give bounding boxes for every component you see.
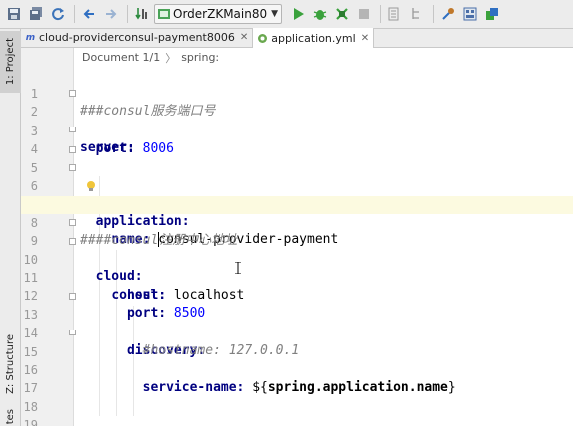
fold-icon[interactable] [69, 219, 76, 226]
toolbar-separator [433, 5, 435, 23]
code-line-current[interactable]: 8 ####consul注册中心地址 [21, 196, 573, 248]
build-icon[interactable] [132, 5, 151, 24]
fold-icon[interactable] [69, 146, 76, 153]
structure-tool-label: Z: Structure [5, 334, 16, 394]
code-line[interactable]: 13 discovery: [21, 288, 573, 358]
code-line[interactable]: 3 port: 8006 [21, 104, 573, 156]
yaml-file-icon [257, 33, 268, 44]
tab-pom[interactable]: m cloud-providerconsul-payment8006 ✕ [21, 28, 254, 47]
tab-label: cloud-providerconsul-payment8006 [39, 31, 235, 44]
code-line[interactable]: 9 cloud: [21, 214, 573, 284]
code-line[interactable]: 19 [21, 398, 573, 426]
fold-icon[interactable] [69, 164, 76, 171]
debug-icon[interactable] [310, 5, 329, 24]
code-line[interactable]: 16 [21, 343, 573, 377]
fold-end-icon[interactable] [69, 127, 76, 132]
breadcrumb-document[interactable]: Document 1/1 [82, 51, 160, 64]
code-line[interactable]: 7 name: consul-provider-payment [21, 177, 573, 247]
line-number: 19 [23, 418, 38, 426]
ibeam-cursor-icon [235, 262, 241, 274]
run-configuration-select[interactable]: OrderZKMain80 ▼ [154, 4, 283, 24]
code-line[interactable]: 5 spring: [21, 141, 573, 211]
favorites-tool-tab[interactable]: tes [0, 407, 21, 426]
toolbar-separator [74, 5, 75, 23]
left-tool-strip: 1: Project Z: Structure tes [0, 29, 21, 426]
tab-application-yml[interactable]: application.yml ✕ [253, 28, 375, 48]
project-tool-tab[interactable]: 1: Project [0, 31, 21, 93]
code-line[interactable]: 15 service-name: ${spring.application.na… [21, 325, 573, 395]
maven-icon: m [25, 32, 36, 43]
run-config-label: OrderZKMain80 [173, 7, 268, 21]
project-tree-icon[interactable] [407, 5, 426, 24]
main-toolbar: OrderZKMain80 ▼ [0, 0, 573, 29]
breadcrumb: Document 1/1 〉 spring: [74, 48, 573, 67]
run-icon[interactable] [288, 5, 307, 24]
code-line[interactable]: 17 [21, 361, 573, 395]
structure-tool-tab[interactable]: Z: Structure [0, 329, 21, 399]
sync-icon[interactable] [48, 5, 67, 24]
close-icon[interactable]: ✕ [361, 33, 369, 44]
chevron-right-icon: 〉 [165, 51, 177, 65]
code-line[interactable]: 6 application: [21, 159, 573, 229]
fold-icon[interactable] [69, 90, 76, 97]
code-line[interactable]: 18 [21, 380, 573, 414]
code-line[interactable]: 10 consul: [21, 233, 573, 303]
favorites-tool-label: tes [5, 408, 16, 425]
run-config-icon [158, 9, 170, 19]
fold-end-icon[interactable] [69, 330, 76, 335]
code-line[interactable]: 1 ###consul服务端口号 [21, 67, 573, 119]
chevron-down-icon: ▼ [271, 9, 279, 19]
stop-icon[interactable] [354, 5, 373, 24]
editor-tabs: m cloud-providerconsul-payment8006 ✕ app… [21, 28, 573, 48]
toolbar-separator [380, 5, 382, 23]
fold-icon[interactable] [69, 238, 76, 245]
update-icon[interactable] [482, 5, 501, 24]
project-tool-label: 1: Project [5, 38, 16, 86]
code-line[interactable]: 2 server: [21, 85, 573, 155]
toolbar-separator [127, 5, 128, 23]
lightbulb-icon[interactable] [86, 180, 96, 192]
code-line[interactable]: 11 host: localhost [21, 251, 573, 303]
project-structure-icon[interactable] [460, 5, 479, 24]
fold-icon[interactable] [69, 293, 76, 300]
close-icon[interactable]: ✕ [240, 32, 248, 43]
settings-icon[interactable] [438, 5, 457, 24]
back-icon[interactable] [79, 5, 98, 24]
code-line[interactable]: 12 port: 8500 [21, 269, 573, 321]
code-line[interactable]: 4 [21, 122, 573, 156]
save-icon[interactable] [4, 5, 23, 24]
coverage-icon[interactable] [332, 5, 351, 24]
breadcrumb-path[interactable]: spring: [181, 51, 219, 64]
tab-label: application.yml [271, 31, 356, 45]
structure-icon[interactable] [385, 5, 404, 24]
code-line[interactable]: 14 #hostname: 127.0.0.1 [21, 306, 573, 358]
forward-icon[interactable] [101, 5, 120, 24]
save-all-icon[interactable] [26, 5, 45, 24]
